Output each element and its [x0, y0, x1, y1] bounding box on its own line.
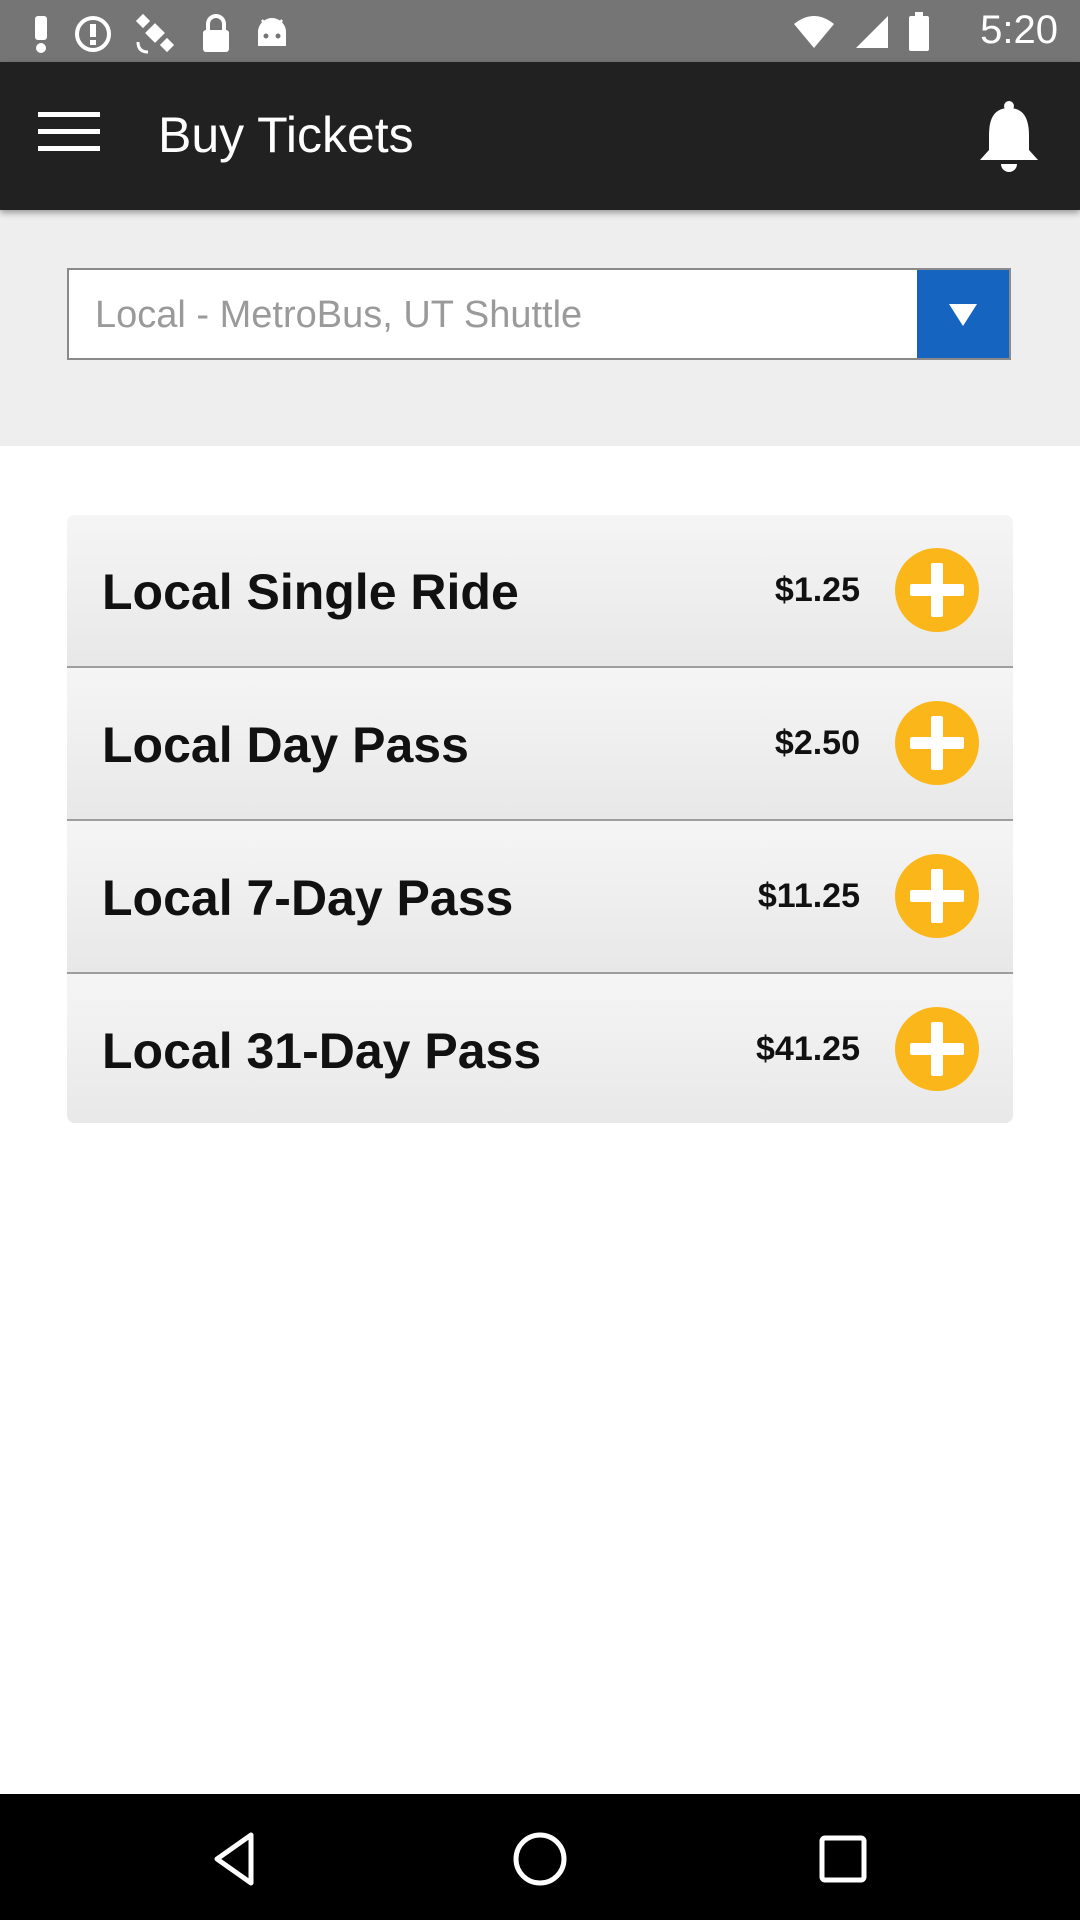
- ticket-row: Local Single Ride $1.25: [67, 515, 1013, 668]
- wifi-icon: [794, 16, 834, 48]
- add-ticket-button[interactable]: [895, 1007, 979, 1091]
- battery-icon: [909, 12, 929, 51]
- info-icon: [75, 16, 111, 52]
- android-icon: [258, 18, 286, 46]
- ticket-price: $1.25: [774, 571, 860, 609]
- satellite-icon: [135, 13, 175, 54]
- home-button[interactable]: [510, 1829, 570, 1889]
- dropdown-arrow-icon: [949, 304, 977, 326]
- page-title: Buy Tickets: [158, 107, 414, 163]
- back-button[interactable]: [207, 1829, 267, 1889]
- notification-icons: [30, 12, 290, 56]
- notifications-button[interactable]: [976, 100, 1042, 174]
- lock-icon: [203, 14, 229, 52]
- recent-apps-button[interactable]: [813, 1829, 873, 1889]
- dropdown-toggle[interactable]: [917, 270, 1009, 358]
- add-ticket-button[interactable]: [895, 701, 979, 785]
- ticket-price: $41.25: [756, 1030, 860, 1068]
- home-icon: [513, 1832, 567, 1886]
- add-ticket-button[interactable]: [895, 548, 979, 632]
- status-time: 5:20: [980, 8, 1058, 52]
- fare-zone-selected: Local - MetroBus, UT Shuttle: [95, 294, 583, 336]
- ticket-price: $2.50: [774, 724, 860, 762]
- ticket-row: Local Day Pass $2.50: [67, 668, 1013, 821]
- system-icons: [792, 12, 930, 52]
- menu-icon: [38, 112, 100, 117]
- signal-icon: [856, 16, 888, 48]
- ticket-name: Local 31-Day Pass: [102, 1023, 542, 1079]
- ticket-row: Local 31-Day Pass $41.25: [67, 974, 1013, 1123]
- filter-area: Local - MetroBus, UT Shuttle: [0, 210, 1080, 446]
- status-bar: 5:20: [0, 0, 1080, 62]
- add-ticket-button[interactable]: [895, 854, 979, 938]
- ticket-name: Local 7-Day Pass: [102, 870, 514, 926]
- app-bar: Buy Tickets: [0, 62, 1080, 210]
- ticket-list: Local Single Ride $1.25 Local Day Pass $…: [67, 515, 1013, 1123]
- menu-button[interactable]: [38, 112, 100, 160]
- recent-apps-icon: [819, 1835, 867, 1883]
- bell-icon: [980, 101, 1038, 172]
- navigation-bar: [0, 1794, 1080, 1920]
- ticket-price: $11.25: [757, 877, 860, 915]
- back-icon: [214, 1832, 254, 1886]
- ticket-row: Local 7-Day Pass $11.25: [67, 821, 1013, 974]
- ticket-name: Local Single Ride: [102, 564, 519, 620]
- fare-zone-dropdown[interactable]: Local - MetroBus, UT Shuttle: [67, 268, 1011, 360]
- alert-icon: [35, 16, 47, 53]
- ticket-name: Local Day Pass: [102, 717, 469, 773]
